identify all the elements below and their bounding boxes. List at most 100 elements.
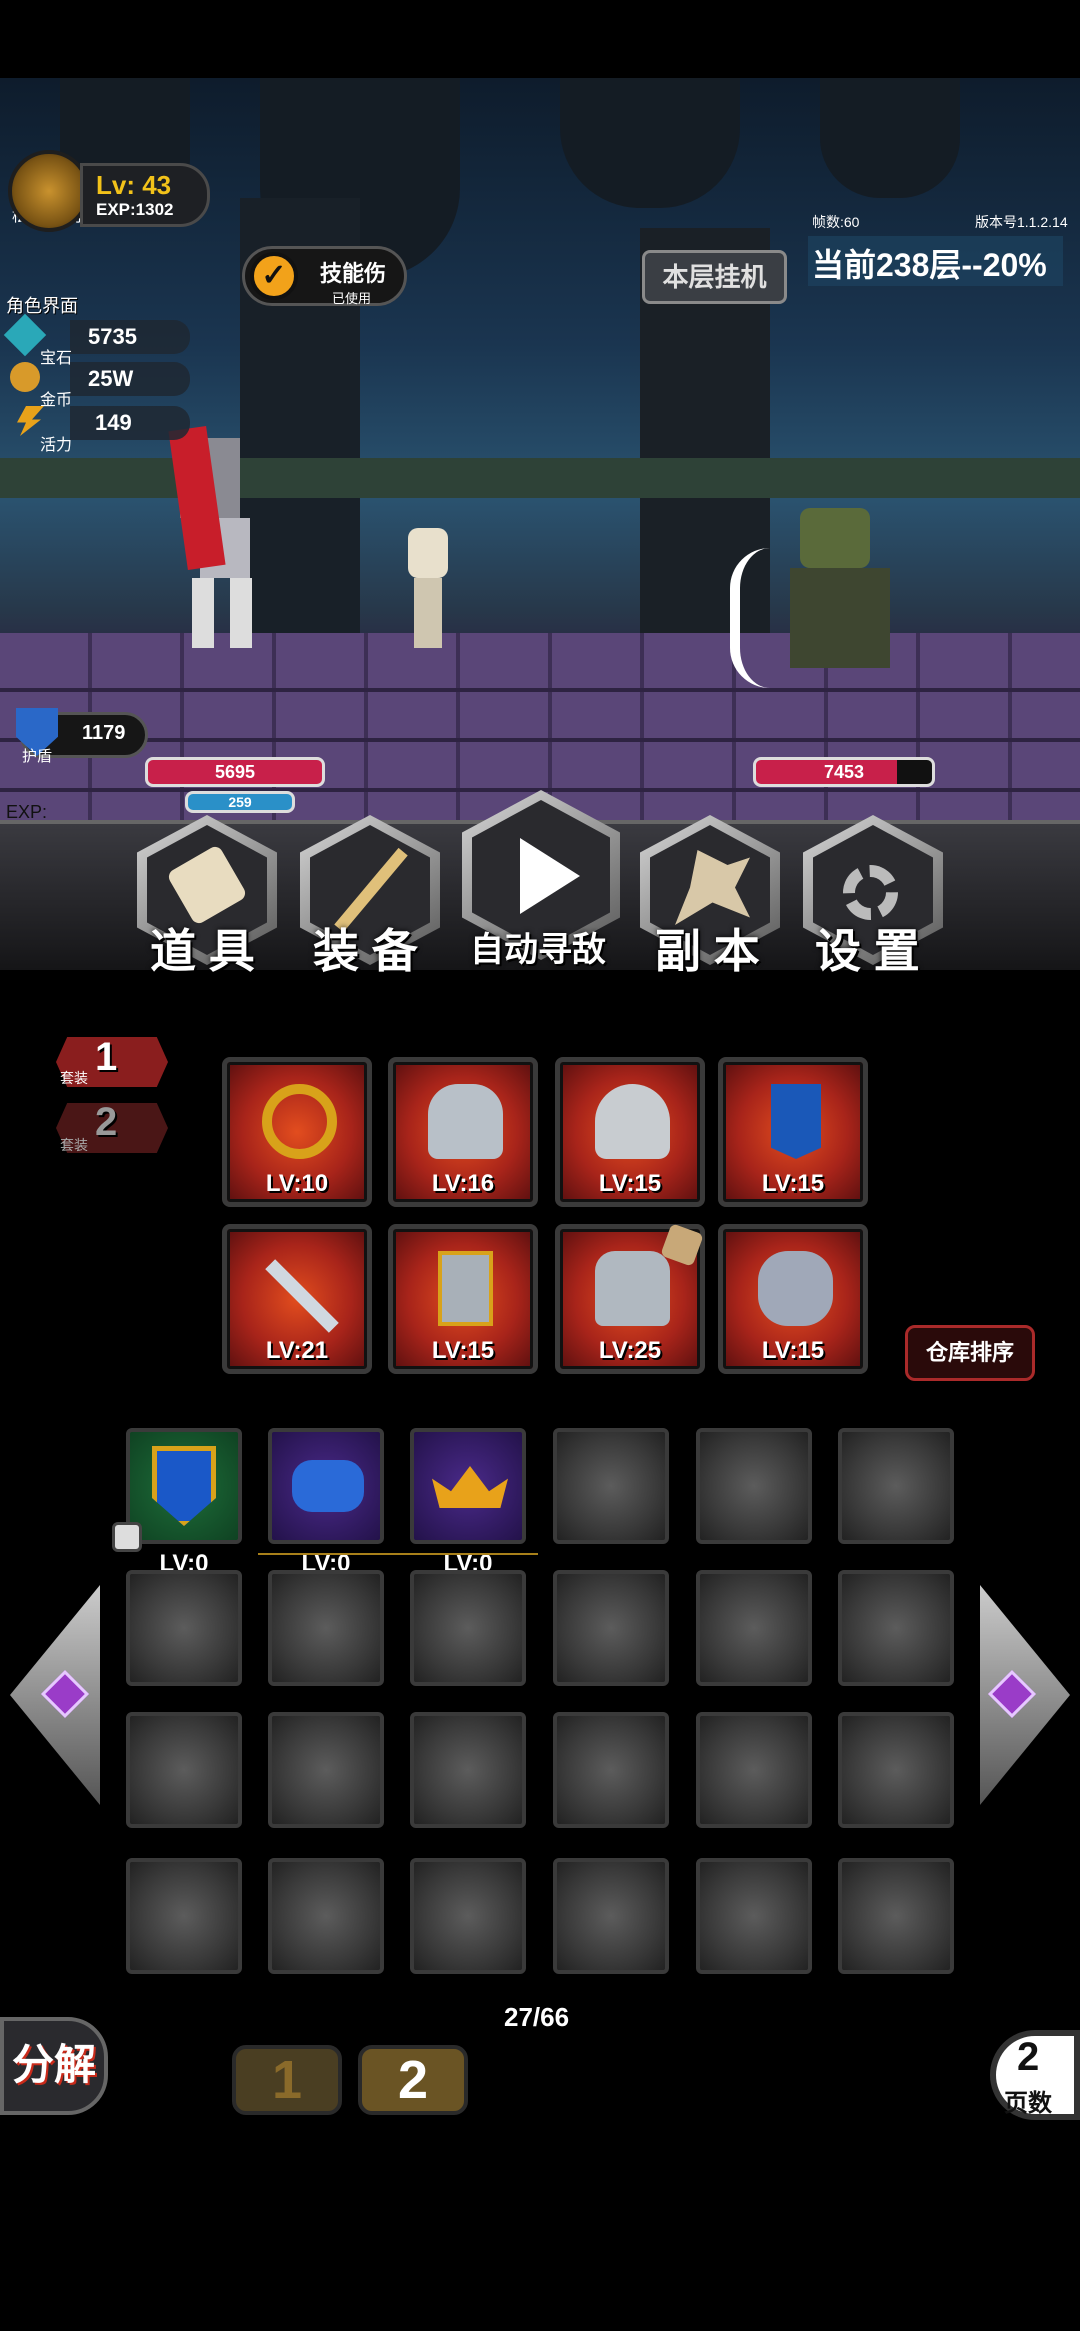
inventory-slot[interactable]: [838, 1570, 954, 1686]
inventory-slot[interactable]: [696, 1858, 812, 1974]
equip-slot-boots[interactable]: LV:15: [718, 1224, 868, 1374]
set-tab-2-label: 套装: [60, 1137, 88, 1153]
equip-level: LV:25: [598, 1337, 662, 1364]
auto-find-label: 自动寻敌: [470, 931, 606, 969]
equip-slot-helmet[interactable]: LV:15: [555, 1057, 705, 1207]
inventory-slot[interactable]: [268, 1712, 384, 1828]
inventory-slot[interactable]: [126, 1570, 242, 1686]
inventory-slot[interactable]: [126, 1858, 242, 1974]
equip-level: LV:10: [265, 1170, 329, 1197]
zombie-enemy: [800, 508, 870, 568]
player-legs: [192, 578, 214, 648]
skill-damage-label: 技能伤: [320, 261, 387, 286]
inventory-slot[interactable]: LV:0: [126, 1428, 242, 1577]
inventory-slot[interactable]: [553, 1428, 669, 1544]
warehouse-sort-button[interactable]: 仓库排序: [905, 1325, 1035, 1381]
player-avatar[interactable]: [8, 150, 90, 232]
gauntlet-icon: [428, 1084, 503, 1159]
equip-slot-gauntlet[interactable]: LV:16: [388, 1057, 538, 1207]
inventory-slot[interactable]: LV:0: [410, 1428, 526, 1577]
energy-value: 149: [95, 410, 132, 435]
equip-level: LV:15: [431, 1337, 495, 1364]
inventory-slot[interactable]: [838, 1858, 954, 1974]
status-bar: [0, 0, 1080, 78]
equip-slot-banner[interactable]: LV:15: [718, 1057, 868, 1207]
divider: [258, 1553, 538, 1555]
player-legs: [230, 578, 252, 648]
page-button-2[interactable]: 2: [358, 2045, 468, 2115]
boots-icon: [758, 1251, 833, 1326]
inventory-slot[interactable]: [126, 1712, 242, 1828]
shield-value: 1179: [82, 722, 126, 744]
ring-icon: [262, 1084, 337, 1159]
scythe-icon: [730, 548, 770, 688]
checkmark-icon: ✓: [250, 252, 298, 300]
equip-slot-ring[interactable]: LV:10: [222, 1057, 372, 1207]
gear-icon: [843, 865, 898, 920]
equip-slot-door[interactable]: LV:15: [388, 1224, 538, 1374]
play-icon: [520, 838, 580, 914]
scroll-icon: [166, 844, 248, 926]
player-level: Lv: 43: [96, 170, 172, 200]
equip-level: LV:16: [431, 1170, 495, 1197]
inventory-slot[interactable]: [410, 1570, 526, 1686]
lock-icon[interactable]: [112, 1522, 142, 1552]
gold-coin-icon: [10, 362, 40, 392]
player-exp: EXP:1302: [96, 200, 174, 219]
player-hp-bar: 5695: [145, 757, 325, 787]
inventory-count: 27/66: [504, 2002, 570, 2032]
equip-level: LV:15: [598, 1170, 662, 1197]
fps-counter: 帧数:60: [812, 214, 860, 230]
door-icon: [438, 1251, 493, 1326]
skeleton-body: [414, 578, 442, 648]
skeleton-enemy: [408, 528, 448, 578]
page-count-value: 2: [1017, 2035, 1040, 2079]
inventory-slot[interactable]: [838, 1428, 954, 1544]
inventory-slot[interactable]: [553, 1570, 669, 1686]
zombie-body: [790, 568, 890, 668]
items-label: 道 具: [150, 925, 255, 977]
shield-label: 护盾: [22, 748, 53, 765]
inventory-slot[interactable]: [838, 1712, 954, 1828]
enemy-hp-bar: 7453: [753, 757, 935, 787]
inventory-slot[interactable]: [696, 1712, 812, 1828]
version-label: 版本号1.1.2.14: [975, 214, 1068, 230]
gold-value: 25W: [88, 366, 134, 391]
idle-floor-button[interactable]: 本层挂机: [642, 250, 787, 304]
floor-progress: 当前238层--20%: [812, 247, 1047, 283]
glove-item-icon: [292, 1460, 364, 1512]
page-button-1[interactable]: 1: [232, 2045, 342, 2115]
armor-icon: [595, 1251, 670, 1326]
inventory-slot[interactable]: [553, 1712, 669, 1828]
set-tab-1-number: 1: [95, 1035, 118, 1079]
player-mp-bar: 259: [185, 791, 295, 813]
inventory-slot[interactable]: [268, 1570, 384, 1686]
dagger-icon: [265, 1259, 339, 1333]
inventory-slot[interactable]: [268, 1858, 384, 1974]
set-tab-2-number: 2: [95, 1100, 118, 1144]
ground-ledge: [0, 458, 1080, 498]
decompose-button[interactable]: 分解: [0, 2017, 108, 2115]
inventory-slot[interactable]: [410, 1858, 526, 1974]
energy-label: 活力: [40, 437, 73, 454]
inventory-slot[interactable]: [553, 1858, 669, 1974]
equip-level: LV:15: [761, 1170, 825, 1197]
inventory-slot[interactable]: LV:0: [268, 1428, 384, 1577]
stalactite: [560, 78, 740, 208]
inventory-slot[interactable]: [410, 1712, 526, 1828]
equipment-label: 装 备: [313, 925, 418, 977]
equip-level: LV:15: [761, 1337, 825, 1364]
role-screen-link[interactable]: 角色界面: [6, 292, 78, 318]
equip-level: LV:21: [265, 1337, 329, 1364]
crown-item-icon: [432, 1466, 508, 1508]
settings-label: 设 置: [815, 925, 920, 977]
inventory-slot[interactable]: [696, 1570, 812, 1686]
skill-damage-status: 已使用: [332, 291, 372, 306]
inventory-slot[interactable]: [696, 1428, 812, 1544]
equip-slot-dagger[interactable]: LV:21: [222, 1224, 372, 1374]
gems-value: 5735: [88, 324, 137, 349]
dragon-icon: [675, 850, 750, 925]
set-tab-1-label: 套装: [60, 1070, 88, 1086]
banner-icon: [771, 1084, 821, 1159]
gems-label: 宝石: [40, 350, 73, 367]
